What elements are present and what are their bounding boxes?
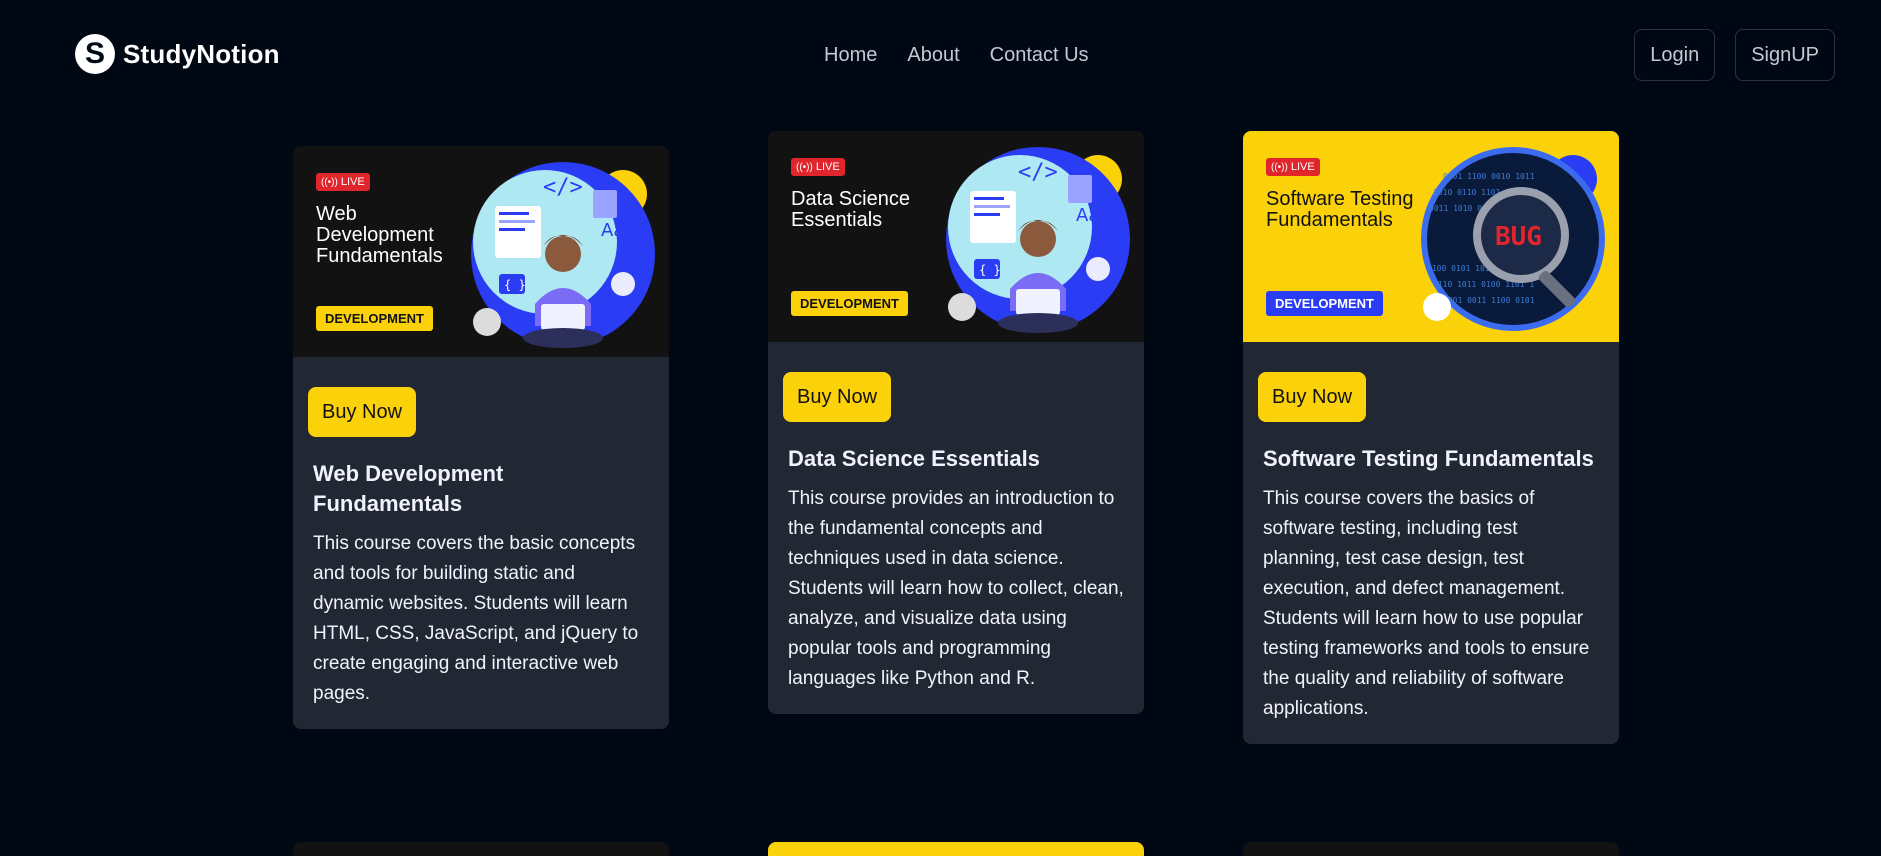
- live-badge: ((•)) LIVE: [316, 173, 370, 191]
- category-badge: DEVELOPMENT: [316, 306, 433, 331]
- broadcast-icon: ((•)): [321, 176, 338, 188]
- course-thumbnail[interactable]: ((•)) LIVE Data Science Essentials DEVEL…: [768, 131, 1144, 342]
- svg-text:{ }: { }: [979, 263, 1001, 277]
- nav-link-home[interactable]: Home: [824, 44, 877, 67]
- course-card-partial[interactable]: [1243, 842, 1619, 856]
- live-badge: ((•)) LIVE: [1266, 158, 1320, 176]
- logo-mark-icon: S: [75, 34, 115, 74]
- course-thumbnail[interactable]: ((•)) LIVE Software Testing Fundamentals…: [1243, 131, 1619, 342]
- course-description: This course provides an introduction to …: [788, 488, 1124, 689]
- broadcast-icon: ((•)): [796, 161, 813, 173]
- login-button[interactable]: Login: [1634, 29, 1716, 81]
- course-card-web-dev[interactable]: ((•)) LIVE Web Development Fundamentals …: [293, 146, 669, 729]
- auth-buttons: Login SignUP: [1634, 29, 1835, 81]
- svg-text:Aa: Aa: [601, 220, 624, 241]
- buy-now-button[interactable]: Buy Now: [1258, 372, 1367, 422]
- developer-illustration-icon: </> Aa { }: [471, 162, 655, 348]
- logo-text: StudyNotion: [123, 38, 280, 69]
- thumbnail-title: Web Development Fundamentals: [316, 203, 443, 267]
- course-card-software-testing[interactable]: ((•)) LIVE Software Testing Fundamentals…: [1243, 131, 1619, 744]
- category-badge: DEVELOPMENT: [1266, 291, 1383, 316]
- nav-link-contact[interactable]: Contact Us: [990, 44, 1089, 67]
- svg-text:1001 0011 1100 0101: 1001 0011 1100 0101: [1443, 296, 1535, 305]
- course-card-partial[interactable]: [768, 842, 1144, 856]
- svg-text:0101 1100 0010 1011: 0101 1100 0010 1011: [1443, 172, 1535, 181]
- nav-link-about[interactable]: About: [907, 44, 959, 67]
- page: S StudyNotion Home About Contact Us Logi…: [0, 0, 1881, 856]
- logo[interactable]: S StudyNotion: [75, 34, 280, 74]
- category-badge: DEVELOPMENT: [791, 291, 908, 316]
- course-title: Software Testing Fundamentals: [1263, 446, 1594, 471]
- course-card-body: Buy Now Software Testing Fundamentals Th…: [1243, 342, 1619, 744]
- developer-illustration-icon: </> Aa { }: [946, 147, 1130, 333]
- svg-text:{ }: { }: [504, 278, 526, 292]
- svg-text:</>: </>: [1018, 160, 1058, 185]
- svg-text:Aa: Aa: [1076, 205, 1099, 226]
- navbar: S StudyNotion Home About Contact Us Logi…: [0, 0, 1881, 112]
- bug-magnifier-illustration-icon: 0101 1100 0010 1011 1010 0110 1101 0010 …: [1421, 147, 1605, 331]
- svg-text:BUG: BUG: [1495, 222, 1542, 252]
- broadcast-icon: ((•)): [1271, 161, 1288, 173]
- thumbnail-title: Data Science Essentials: [791, 188, 910, 231]
- course-card-body: Buy Now Web Development Fundamentals Thi…: [293, 357, 669, 729]
- course-card-data-science[interactable]: ((•)) LIVE Data Science Essentials DEVEL…: [768, 131, 1144, 714]
- thumbnail-title: Software Testing Fundamentals: [1266, 188, 1414, 231]
- course-description: This course covers the basics of softwar…: [1263, 488, 1590, 719]
- buy-now-button[interactable]: Buy Now: [308, 387, 417, 437]
- nav-links: Home About Contact Us: [824, 44, 1089, 67]
- course-card-body: Buy Now Data Science Essentials This cou…: [768, 342, 1144, 714]
- course-title: Data Science Essentials: [788, 446, 1040, 471]
- course-thumbnail[interactable]: ((•)) LIVE Web Development Fundamentals …: [293, 146, 669, 357]
- live-badge: ((•)) LIVE: [791, 158, 845, 176]
- course-description: This course covers the basic concepts an…: [313, 533, 639, 704]
- svg-text:</>: </>: [543, 175, 583, 200]
- course-card-partial[interactable]: [293, 842, 669, 856]
- signup-button[interactable]: SignUP: [1735, 29, 1835, 81]
- course-title: Web Development Fundamentals: [313, 461, 504, 516]
- buy-now-button[interactable]: Buy Now: [783, 372, 892, 422]
